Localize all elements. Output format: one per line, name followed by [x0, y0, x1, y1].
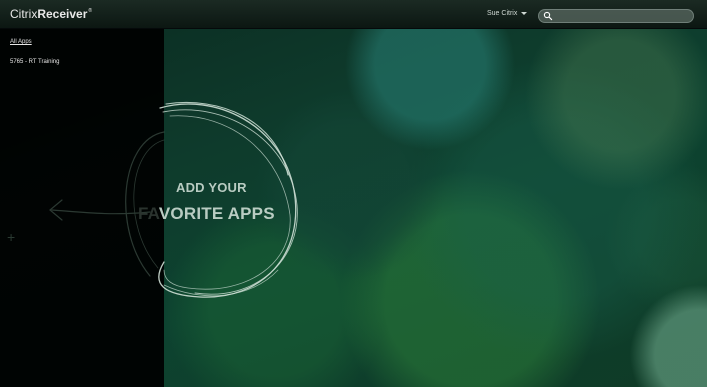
logo-registered-mark: ®: [88, 8, 93, 14]
add-favorites-heading: ADD YOUR: [176, 180, 247, 195]
sidebar-item-rt-training[interactable]: 5765 - RT Training: [10, 59, 59, 65]
chevron-down-icon: [521, 11, 528, 15]
user-menu[interactable]: Sue Citrix: [487, 10, 528, 17]
plus-icon: +: [7, 229, 16, 245]
citrix-receiver-logo: CitrixReceiver®: [10, 7, 92, 21]
search-icon: [543, 11, 553, 21]
user-name: Sue Citrix: [487, 10, 518, 17]
app-window: CitrixReceiver® Sue Citrix All Apps 5765…: [0, 0, 707, 387]
favorites-text-dim: FA: [138, 204, 159, 223]
top-bar: CitrixReceiver® Sue Citrix: [0, 0, 707, 29]
logo-brand: Citrix: [10, 7, 38, 21]
sidebar-item-all-apps[interactable]: All Apps: [10, 39, 32, 45]
add-favorites-subheading: FAVORITE APPS: [138, 204, 275, 224]
search-input[interactable]: [553, 10, 689, 22]
favorites-text-bright: VORITE APPS: [158, 204, 275, 223]
search-box[interactable]: [538, 9, 694, 23]
logo-product: Receiver: [37, 7, 88, 21]
